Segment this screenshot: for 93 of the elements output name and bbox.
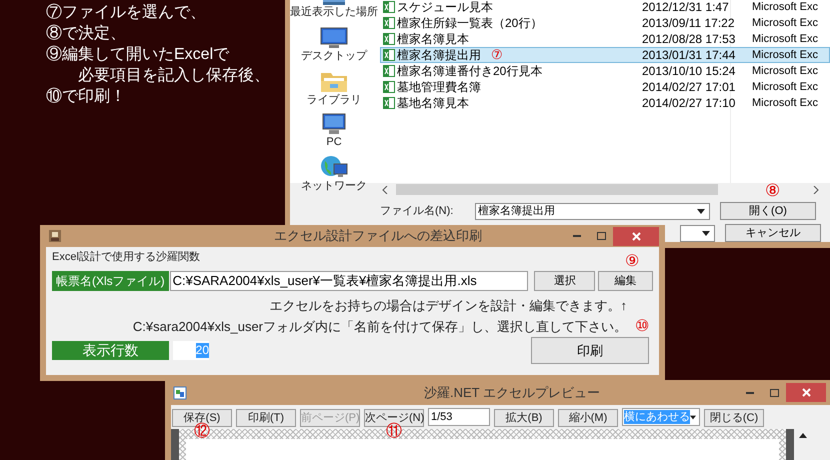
spreadsheet-file-icon: [383, 81, 395, 93]
window-title: 沙羅.NET エクセルプレビュー: [424, 384, 600, 402]
instruction-note: エクセルをお持ちの場合はデザインを設計・編集できます。↑: [270, 297, 627, 315]
file-type: Microsoft Exc: [752, 64, 818, 79]
step-marker: ⑪: [386, 424, 402, 440]
nav-place[interactable]: ライブラリ: [306, 94, 362, 107]
minimize-icon: [746, 392, 754, 394]
file-row[interactable]: 檀家名簿見本 2012/08/28 17:53 Microsoft Exc: [380, 31, 830, 47]
step-marker: ⑨: [625, 254, 639, 270]
nav-place[interactable]: PC: [326, 136, 342, 149]
dropdown-arrow-icon: [690, 414, 696, 420]
file-date: 2012/08/28 17:53: [642, 32, 736, 46]
spreadsheet-file-icon: [383, 97, 395, 109]
filetype-combo[interactable]: [680, 224, 715, 242]
nav-place[interactable]: デスクトップ: [301, 50, 367, 63]
file-type: Microsoft Exc: [752, 48, 818, 63]
scroll-up-icon[interactable]: [798, 433, 806, 438]
spreadsheet-file-icon: [383, 65, 395, 77]
page-number-field[interactable]: 1/53: [428, 408, 490, 426]
file-row[interactable]: 墓地名簿見本 2014/02/27 17:10 Microsoft Exc: [380, 95, 830, 111]
app-icon: [48, 229, 62, 243]
toolbar-button[interactable]: 印刷(T): [236, 409, 296, 427]
file-date: 2012/12/31 1:47: [642, 0, 729, 14]
filename-combo[interactable]: 檀家名簿提出用: [475, 202, 710, 220]
app-icon: [173, 386, 187, 400]
spreadsheet-file-icon: [383, 33, 395, 45]
file-type: Microsoft Exc: [752, 0, 818, 15]
toolbar-button[interactable]: 閉じる(C): [704, 409, 764, 427]
instruction-line: ⑨編集して開いたExcelで: [46, 46, 230, 63]
file-type: Microsoft Exc: [752, 16, 818, 31]
file-name: 檀家名簿連番付き20行見本: [397, 63, 542, 80]
file-row[interactable]: 檀家名簿提出用 ⑦ 2013/01/31 17:44 Microsoft Exc: [380, 47, 830, 63]
file-name: 檀家名簿見本: [397, 31, 469, 48]
print-button[interactable]: 印刷: [531, 337, 649, 364]
edit-button[interactable]: 編集: [598, 271, 653, 291]
file-row[interactable]: スケジュール見本 2012/12/31 1:47 Microsoft Exc: [380, 0, 830, 15]
step-marker: ⑩: [635, 318, 649, 334]
close-icon: [802, 388, 810, 397]
scrollbar-thumb[interactable]: [396, 184, 718, 195]
frame-bar: [171, 429, 179, 460]
maximize-icon: [596, 232, 606, 240]
file-date: 2014/02/27 17:01: [642, 80, 736, 94]
select-button[interactable]: 選択: [534, 271, 596, 291]
dropdown-arrow-icon: [697, 208, 705, 214]
file-date: 2013/09/11 17:22: [642, 16, 735, 30]
file-date: 2013/10/10 15:24: [642, 64, 736, 78]
group-label: Excel設計で使用する沙羅関数: [52, 250, 200, 265]
form-name-label: 帳票名(Xlsファイル): [52, 271, 169, 291]
file-type: Microsoft Exc: [752, 80, 818, 95]
file-name: 檀家住所録一覧表（20行）: [397, 15, 542, 32]
step-marker: ⑧: [765, 182, 780, 199]
instruction-line: ⑧で決定、: [46, 25, 126, 42]
close-button[interactable]: [613, 226, 659, 246]
file-date: 2013/01/31 17:44: [642, 48, 736, 62]
file-type: Microsoft Exc: [752, 96, 818, 111]
scroll-right-icon[interactable]: [813, 186, 819, 194]
scroll-left-icon[interactable]: [382, 186, 388, 194]
file-path-field[interactable]: C:¥SARA2004¥xls_user¥一覧表¥檀家名簿提出用.xls: [170, 271, 528, 291]
file-row[interactable]: 墓地管理費名簿 2014/02/27 17:01 Microsoft Exc: [380, 79, 830, 95]
file-row[interactable]: 檀家名簿連番付き20行見本 2013/10/10 15:24 Microsoft Exc: [380, 63, 830, 79]
step-marker: ⑫: [194, 424, 210, 440]
file-type: Microsoft Exc: [752, 32, 818, 47]
close-icon: [632, 232, 640, 240]
frame-bar: [786, 429, 794, 460]
instruction-line: ⑩で印刷！: [46, 88, 126, 105]
minimize-icon: [573, 235, 581, 237]
dropdown-arrow-icon: [702, 230, 710, 236]
nav-place[interactable]: ネットワーク: [301, 180, 367, 193]
cancel-button[interactable]: キャンセル: [725, 224, 821, 242]
nav-place[interactable]: 最近表示した場所: [290, 6, 378, 19]
step-marker: ⑦: [491, 48, 503, 62]
maximize-icon: [770, 388, 778, 396]
instruction-note: C:¥sara2004¥xls_userフォルダ内に「名前を付けて保存」し、選択し直して下さい。: [132, 318, 627, 336]
file-date: 2014/02/27 17:10: [642, 96, 736, 110]
instruction-line: 必要項目を記入し保存後、: [78, 67, 270, 84]
filename-label: ファイル名(N):: [380, 204, 454, 219]
instruction-line: ⑦ファイルを選んで、: [46, 4, 206, 21]
window-title: エクセル設計ファイルへの差込印刷: [274, 227, 482, 246]
globe-icon: [320, 155, 348, 179]
toolbar-button[interactable]: 拡大(B): [494, 409, 554, 427]
file-name: 檀家名簿提出用: [397, 47, 481, 64]
computer-icon: [321, 113, 347, 135]
close-button[interactable]: [786, 383, 826, 402]
file-name: 墓地名簿見本: [397, 95, 469, 112]
monitor-icon: [320, 27, 348, 49]
spreadsheet-file-icon: [383, 49, 395, 61]
open-button[interactable]: 開く(O): [720, 202, 816, 220]
file-name: 墓地管理費名簿: [397, 79, 481, 96]
file-name: スケジュール見本: [397, 0, 493, 16]
file-row[interactable]: 檀家住所録一覧表（20行） 2013/09/11 17:22 Microsoft Exc: [380, 15, 830, 31]
toolbar-button[interactable]: 縮小(M): [558, 409, 618, 427]
spreadsheet-file-icon: [383, 17, 395, 29]
row-count-label: 表示行数: [52, 341, 169, 360]
